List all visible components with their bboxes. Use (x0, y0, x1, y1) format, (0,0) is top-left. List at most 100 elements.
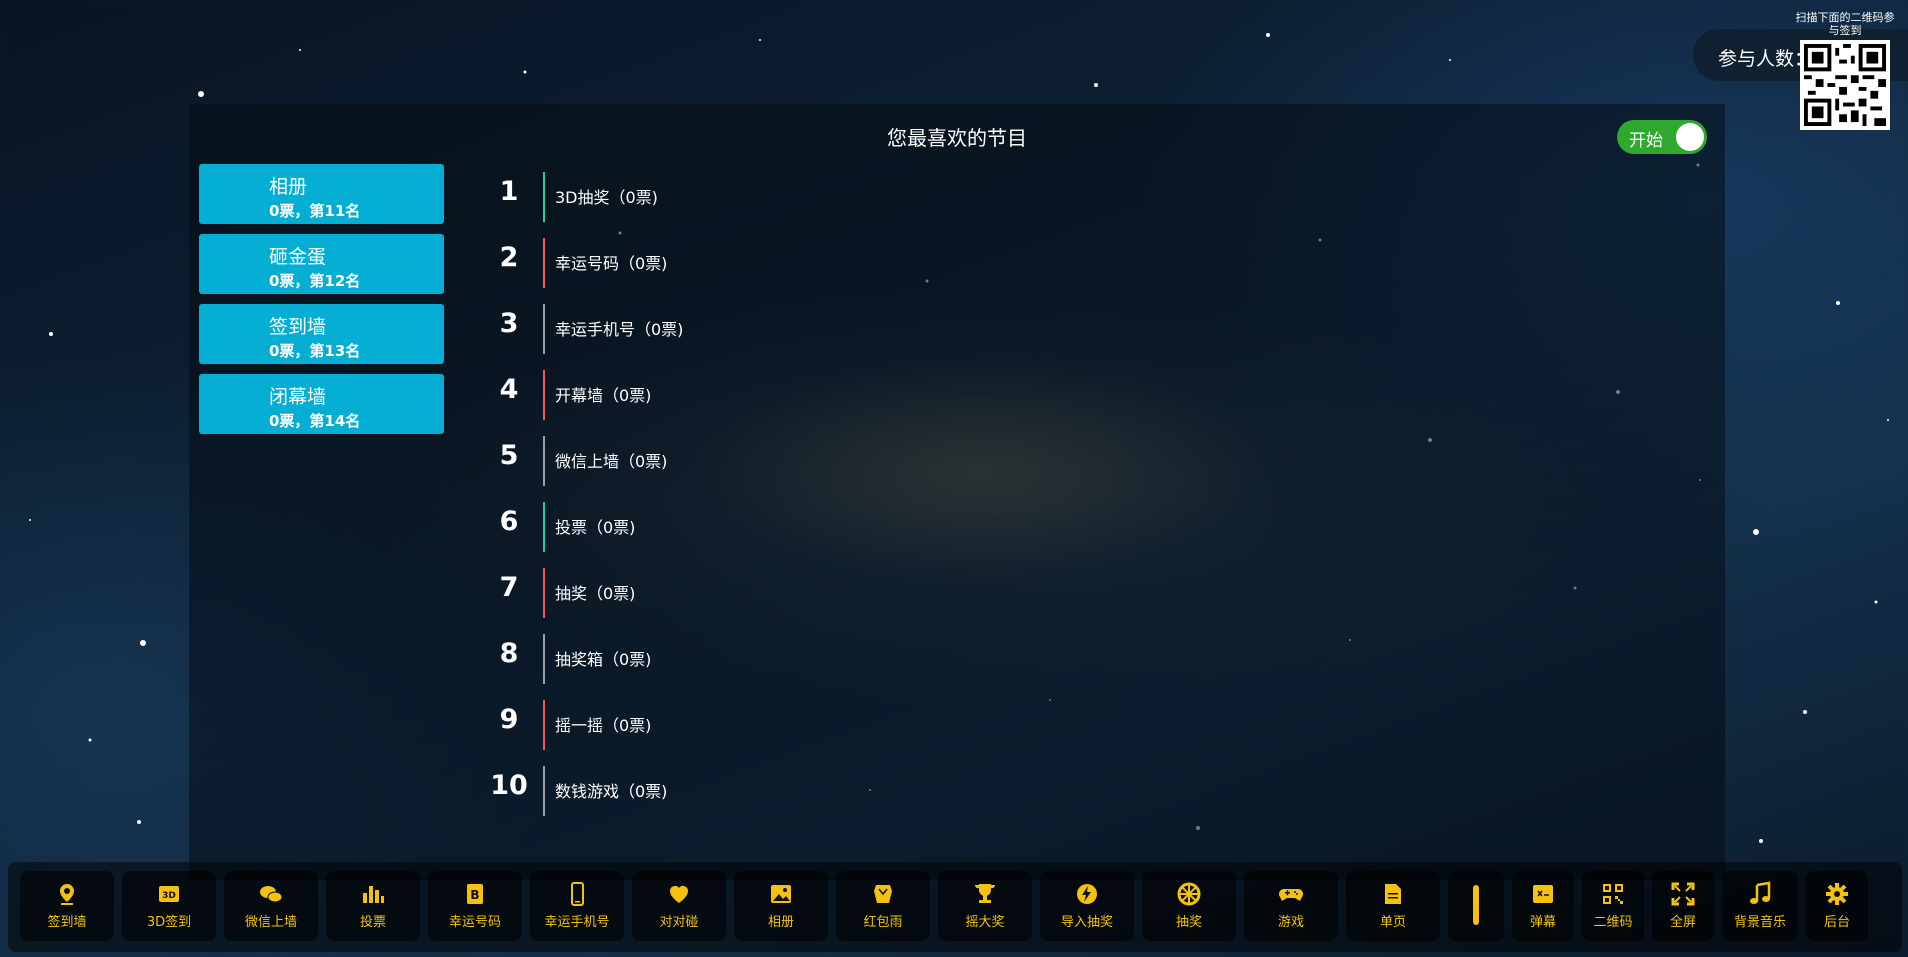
lightning-icon (1077, 884, 1097, 904)
rank-number: 1 (499, 176, 519, 207)
toggle-knob (1676, 123, 1704, 151)
gear-icon (1826, 883, 1848, 905)
rank-bar (543, 436, 545, 486)
ranking-row: 2 幸运号码（0票) (489, 232, 1089, 298)
rank-label: 摇一摇（0票) (555, 716, 652, 735)
rank-bar (543, 634, 545, 684)
ranking-row: 9 摇一摇（0票) (489, 694, 1089, 760)
rank-label: 3D抽奖（0票) (555, 188, 658, 207)
rank-label: 数钱游戏（0票) (555, 782, 668, 801)
rank-bar (543, 700, 545, 750)
toolbar-button-label: 红包雨 (863, 915, 903, 930)
toolbar-button-label: 对对碰 (659, 915, 699, 930)
toolbar-button-red-packet[interactable]: 红包雨 (836, 871, 930, 941)
toolbar-button-label: 签到墙 (47, 915, 87, 930)
ranking-row: 3 幸运手机号（0票) (489, 298, 1089, 364)
toolbar-button-label: 游戏 (1277, 915, 1304, 930)
music-icon (1750, 881, 1771, 904)
toolbar-button-label: 二维码 (1593, 915, 1633, 930)
rank-label: 抽奖箱（0票) (555, 650, 652, 669)
wheel-icon (1177, 882, 1201, 906)
ranking-row: 6 投票（0票) (489, 496, 1089, 562)
toolbar-button-heart[interactable]: 对对碰 (632, 871, 726, 941)
toolbar-button-page[interactable]: 单页 (1346, 871, 1440, 941)
rank-number: 3 (499, 308, 519, 339)
rank-label: 投票（0票) (555, 518, 636, 537)
start-toggle[interactable]: 开始 (1617, 120, 1707, 154)
rank-number: 8 (499, 638, 519, 669)
toolbar-button-music[interactable]: 背景音乐 (1722, 871, 1798, 941)
rank-number: 10 (490, 770, 528, 801)
toolbar-button-wechat[interactable]: 微信上墙 (224, 871, 318, 941)
rank-number: 5 (499, 440, 519, 471)
rank-bar (543, 304, 545, 354)
3d-icon: 3D (159, 886, 179, 902)
separator-bar (1473, 885, 1479, 925)
rank-number: 6 (499, 506, 519, 537)
trophy-icon (974, 884, 996, 903)
toolbar-button-label: 幸运手机号 (544, 915, 610, 930)
vote-cards: 相册 0票，第11名 砸金蛋 0票，第12名 签到墙 0票，第13名 闭幕墙 0… (199, 164, 444, 444)
card-votes: 0票，第14名 (269, 412, 361, 430)
toolbar-button-map-pin[interactable]: 签到墙 (20, 871, 114, 941)
rank-label: 微信上墙（0票) (555, 452, 668, 471)
toolbar-separator (1448, 871, 1504, 941)
participants-label: 参与人数： (1718, 48, 1814, 70)
toolbar-button-bar-chart[interactable]: 投票 (326, 871, 420, 941)
svg-text:B: B (470, 888, 479, 902)
card-name: 签到墙 (269, 316, 327, 338)
vote-card[interactable]: 签到墙 0票，第13名 (199, 304, 444, 364)
toolbar-button-label: 3D签到 (146, 915, 192, 930)
qrcode-image (1804, 44, 1886, 126)
rank-bar (543, 568, 545, 618)
vote-card[interactable]: 相册 0票，第11名 (199, 164, 444, 224)
ranking-row: 7 抽奖（0票) (489, 562, 1089, 628)
qrcode-icon (1603, 884, 1623, 904)
toolbar-button-gamepad[interactable]: 游戏 (1244, 871, 1338, 941)
toolbar-button-danmaku[interactable]: 弹幕 (1512, 871, 1574, 941)
rank-number: 7 (499, 572, 519, 603)
fullscreen-icon (1671, 882, 1695, 906)
rank-label: 开幕墙（0票) (555, 386, 652, 405)
ranking-row: 10 数钱游戏（0票) (489, 760, 1089, 826)
card-name: 闭幕墙 (269, 386, 327, 408)
rank-bar (543, 370, 545, 420)
toolbar-button-qrcode[interactable]: 二维码 (1582, 871, 1644, 941)
toolbar-button-label: 背景音乐 (1733, 915, 1786, 930)
rank-label: 幸运号码（0票) (555, 254, 668, 273)
vote-card[interactable]: 砸金蛋 0票，第12名 (199, 234, 444, 294)
ranking-row: 5 微信上墙（0票) (489, 430, 1089, 496)
qr-caption: 扫描下面的二维码参与签到 (1795, 11, 1895, 37)
toolbar-button-photo[interactable]: 相册 (734, 871, 828, 941)
toolbar-button-label: 全屏 (1669, 915, 1696, 930)
page-icon (1385, 884, 1401, 904)
toolbar-button-label: 摇大奖 (965, 915, 1005, 930)
card-name: 相册 (269, 176, 308, 198)
card-votes: 0票，第12名 (269, 272, 361, 290)
bottom-toolbar: 签到墙 3D 3D签到 微信上墙 投票 B 幸运号码 幸运手机号 对对碰 相册 红包雨 摇大奖 导入抽奖… (8, 862, 1902, 952)
rank-number: 4 (499, 374, 519, 405)
start-toggle-label: 开始 (1629, 131, 1663, 151)
toolbar-button-gear[interactable]: 后台 (1806, 871, 1868, 941)
toolbar-button-label: 后台 (1823, 915, 1850, 930)
toolbar-button-lucky-number[interactable]: B 幸运号码 (428, 871, 522, 941)
toolbar-button-wheel[interactable]: 抽奖 (1142, 871, 1236, 941)
danmaku-icon (1533, 885, 1553, 903)
toolbar-button-lightning[interactable]: 导入抽奖 (1040, 871, 1134, 941)
toolbar-button-fullscreen[interactable]: 全屏 (1652, 871, 1714, 941)
toolbar-button-3d[interactable]: 3D 3D签到 (122, 871, 216, 941)
heart-icon (670, 886, 688, 903)
toolbar-button-label: 单页 (1379, 915, 1406, 930)
toolbar-button-trophy[interactable]: 摇大奖 (938, 871, 1032, 941)
toolbar-button-mobile-phone[interactable]: 幸运手机号 (530, 871, 624, 941)
card-name: 砸金蛋 (269, 246, 327, 268)
rank-bar (543, 238, 545, 288)
rank-number: 2 (499, 242, 519, 273)
vote-card[interactable]: 闭幕墙 0票，第14名 (199, 374, 444, 434)
mobile-phone-icon (571, 882, 584, 906)
rank-bar (543, 766, 545, 816)
rank-number: 9 (499, 704, 519, 735)
rank-label: 幸运手机号（0票) (555, 320, 684, 339)
signin-qrcode[interactable] (1800, 40, 1890, 130)
main-panel: 您最喜欢的节目 开始 相册 0票，第11名 砸金蛋 0票，第12名 签到墙 0票… (189, 104, 1725, 880)
